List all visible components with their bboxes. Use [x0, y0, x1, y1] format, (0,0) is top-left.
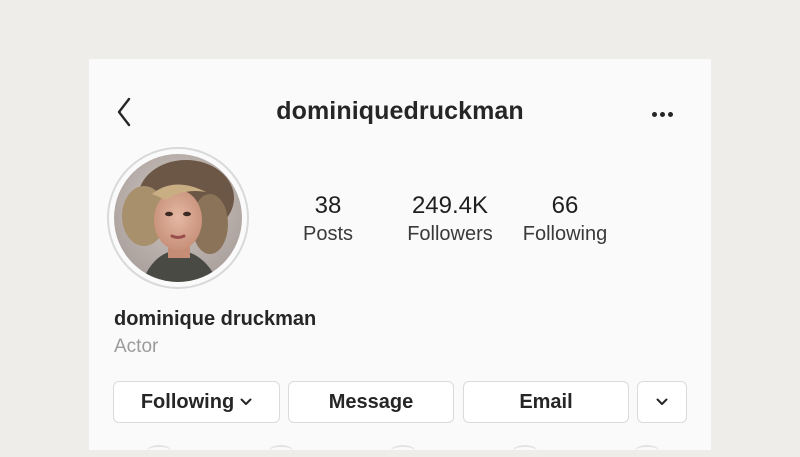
- following-button[interactable]: Following: [113, 381, 280, 423]
- message-button[interactable]: Message: [288, 381, 454, 423]
- chevron-down-icon: [656, 398, 668, 405]
- profile-username: dominiquedruckman: [276, 97, 524, 125]
- avatar-image: [114, 154, 242, 282]
- posts-label: Posts: [302, 223, 354, 245]
- more-options-button[interactable]: [645, 102, 679, 126]
- highlight-item[interactable]: [513, 445, 537, 457]
- suggested-accounts-button[interactable]: [637, 381, 687, 423]
- followers-count: 249.4K: [411, 192, 489, 219]
- story-highlights-row: [89, 445, 711, 450]
- ellipsis-icon: [651, 111, 657, 117]
- following-count: 66: [551, 192, 579, 219]
- message-button-label: Message: [328, 390, 414, 413]
- email-button-label: Email: [519, 390, 573, 413]
- followers-label: Followers: [407, 223, 493, 245]
- ellipsis-dot: [659, 111, 665, 117]
- posts-stat[interactable]: 38 Posts: [288, 191, 368, 247]
- email-button[interactable]: Email: [463, 381, 629, 423]
- highlight-item[interactable]: [635, 445, 659, 457]
- profile-bio: Actor: [114, 336, 159, 357]
- profile-full-name: dominique druckman: [114, 308, 317, 330]
- following-stat[interactable]: 66 Following: [515, 191, 615, 247]
- ellipsis-dot: [667, 111, 673, 117]
- following-label: Following: [522, 223, 608, 245]
- profile-card: dominiquedruckman 38 Posts 249.4K Follow…: [89, 59, 711, 450]
- highlight-item[interactable]: [269, 445, 293, 457]
- highlight-item[interactable]: [391, 445, 415, 457]
- highlight-item[interactable]: [147, 445, 171, 457]
- posts-count: 38: [314, 192, 342, 219]
- avatar[interactable]: [107, 147, 249, 289]
- followers-stat[interactable]: 249.4K Followers: [395, 191, 505, 247]
- avatar-photo: [114, 154, 242, 282]
- chevron-down-icon: [240, 398, 252, 405]
- following-button-label: Following: [140, 390, 235, 413]
